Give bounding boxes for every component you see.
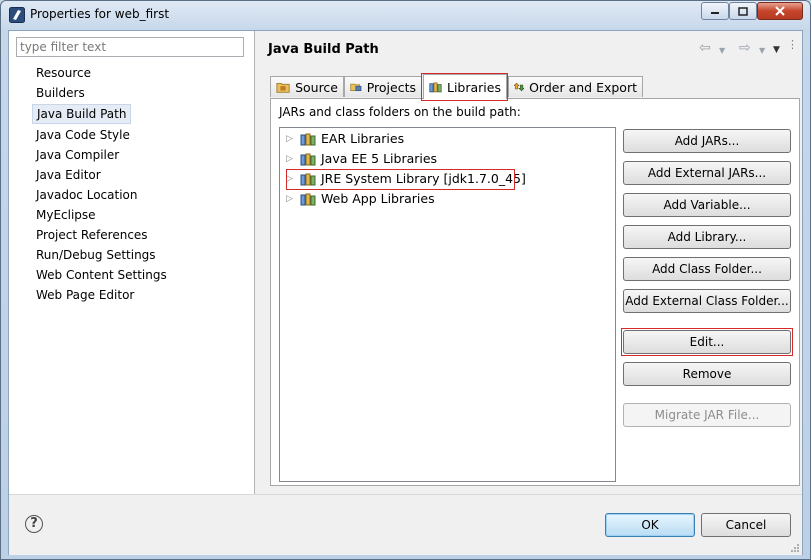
build-path-label: JARs and class folders on the build path… (279, 105, 521, 119)
category-item-myeclipse[interactable]: MyEclipse (32, 205, 171, 225)
page-title: Java Build Path (268, 42, 379, 57)
tab-source[interactable]: Source (270, 76, 344, 97)
app-icon (9, 7, 25, 23)
close-button[interactable] (757, 2, 803, 20)
category-item-resource[interactable]: Resource (32, 63, 171, 83)
help-icon[interactable]: ? (25, 515, 43, 533)
resize-grip-icon[interactable] (790, 543, 800, 553)
category-pane: Resource Builders Java Build Path Java C… (9, 31, 255, 494)
forward-arrow-icon[interactable]: ⇨ (739, 40, 751, 56)
title-bar[interactable]: Properties for web_first (1, 1, 810, 29)
maximize-icon (738, 6, 748, 16)
category-item-project-references[interactable]: Project References (32, 225, 171, 245)
projects-icon (350, 83, 362, 92)
tab-source-label: Source (295, 79, 338, 95)
expand-icon[interactable]: ▷ (286, 150, 296, 168)
jre-library-highlight (286, 169, 515, 190)
add-library-button[interactable]: Add Library... (623, 225, 791, 249)
library-tree[interactable]: ▷ EAR Libraries ▷ Java EE 5 Libraries ▷ … (279, 127, 616, 482)
migrate-jar-button[interactable]: Migrate JAR File... (623, 403, 791, 427)
library-icon (300, 153, 316, 166)
add-class-folder-button[interactable]: Add Class Folder... (623, 257, 791, 281)
category-item-java-build-path[interactable]: Java Build Path (32, 104, 132, 124)
tab-order-export-label: Order and Export (529, 79, 637, 95)
expand-icon[interactable]: ▷ (286, 190, 296, 208)
library-label: EAR Libraries (321, 131, 405, 146)
view-menu-icon[interactable]: ▼ (773, 45, 780, 55)
ok-button[interactable]: OK (605, 513, 695, 537)
library-label: Java EE 5 Libraries (321, 151, 438, 166)
back-dropdown-icon[interactable]: ▼ (719, 46, 725, 55)
maximize-button[interactable] (729, 2, 757, 20)
category-item-java-compiler[interactable]: Java Compiler (32, 145, 171, 165)
add-external-jars-button[interactable]: Add External JARs... (623, 161, 791, 185)
back-arrow-icon[interactable]: ⇦ (699, 40, 711, 56)
tab-projects[interactable]: Projects (344, 76, 422, 97)
more-options-icon[interactable]: ⋮ (787, 39, 798, 50)
category-item-java-editor[interactable]: Java Editor (32, 165, 171, 185)
forward-dropdown-icon[interactable]: ▼ (759, 46, 765, 55)
category-item-web-content-settings[interactable]: Web Content Settings (32, 265, 171, 285)
library-row-web-app[interactable]: ▷ Web App Libraries (286, 190, 435, 208)
add-external-class-folder-button[interactable]: Add External Class Folder... (623, 289, 791, 313)
minimize-button[interactable] (701, 2, 729, 20)
category-item-javadoc-location[interactable]: Javadoc Location (32, 185, 171, 205)
button-bar: ? OK Cancel (9, 494, 802, 555)
properties-dialog: Properties for web_first Resource Builde… (0, 0, 811, 560)
libraries-tab-highlight (421, 73, 508, 101)
category-tree: Resource Builders Java Build Path Java C… (32, 63, 171, 305)
category-item-run-debug-settings[interactable]: Run/Debug Settings (32, 245, 171, 265)
expand-icon[interactable]: ▷ (286, 130, 296, 148)
add-variable-button[interactable]: Add Variable... (623, 193, 791, 217)
filter-input[interactable] (16, 37, 244, 57)
library-icon (300, 133, 316, 146)
order-export-icon (514, 82, 525, 92)
remove-button[interactable]: Remove (623, 362, 791, 386)
library-row-ear[interactable]: ▷ EAR Libraries (286, 130, 404, 148)
library-icon (300, 193, 316, 206)
library-row-javaee5[interactable]: ▷ Java EE 5 Libraries (286, 150, 437, 168)
category-item-java-code-style[interactable]: Java Code Style (32, 125, 171, 145)
tab-projects-label: Projects (366, 79, 416, 95)
category-item-web-page-editor[interactable]: Web Page Editor (32, 285, 171, 305)
minimize-icon (711, 12, 719, 14)
page-pane: Java Build Path ⇦ ▼ ⇨ ▼ ▼ ⋮ Source Proje… (255, 31, 803, 494)
close-icon (775, 6, 785, 16)
add-jars-button[interactable]: Add JARs... (623, 129, 791, 153)
window-title: Properties for web_first (30, 7, 170, 21)
edit-button-highlight (621, 328, 793, 356)
tab-order-and-export[interactable]: Order and Export (508, 76, 643, 97)
category-item-builders[interactable]: Builders (32, 83, 171, 103)
dialog-body: Resource Builders Java Build Path Java C… (8, 30, 803, 555)
libraries-panel: JARs and class folders on the build path… (270, 98, 800, 486)
source-folder-icon (276, 83, 290, 93)
library-label: Web App Libraries (321, 191, 435, 206)
cancel-button[interactable]: Cancel (701, 513, 791, 537)
